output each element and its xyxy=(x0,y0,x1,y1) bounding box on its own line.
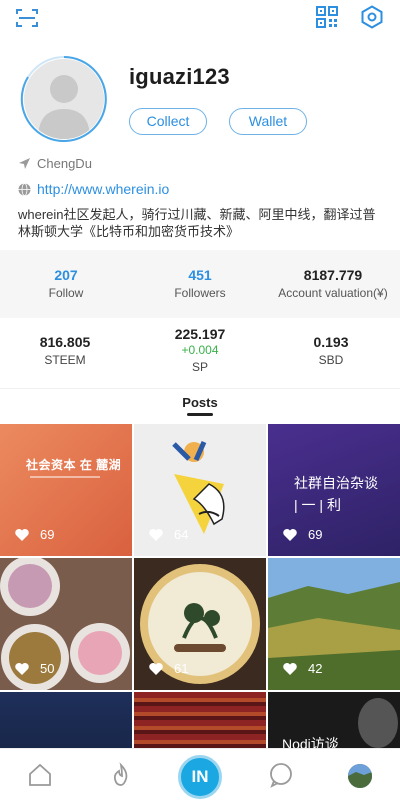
username: iguazi123 xyxy=(129,64,230,89)
like-row: 61 xyxy=(148,661,188,676)
chat-icon[interactable] xyxy=(268,762,294,788)
globe-icon xyxy=(18,182,31,196)
heart-icon[interactable] xyxy=(14,528,30,542)
website-row[interactable]: http://www.wherein.io xyxy=(18,180,169,198)
collect-button[interactable]: Collect xyxy=(129,108,207,135)
tab-posts[interactable]: Posts xyxy=(0,388,400,424)
sbd-stat: 0.193 SBD xyxy=(296,334,366,367)
default-user-icon xyxy=(24,59,104,139)
account-valuation-label: Account valuation(¥) xyxy=(278,286,388,300)
like-row: 64 xyxy=(148,527,188,542)
sp-stat: 225.197 +0.004 SP xyxy=(164,326,236,374)
account-valuation-stat: 8187.779 Account valuation(¥) xyxy=(274,267,392,300)
post-tile[interactable] xyxy=(0,692,132,748)
post-tile[interactable]: 社会资本 在 麓湖 69 xyxy=(0,424,132,556)
post-tile[interactable]: 61 xyxy=(134,558,266,690)
profile-avatar[interactable] xyxy=(20,55,108,143)
followers-label: Followers xyxy=(174,286,226,300)
avatar xyxy=(24,59,104,139)
heart-icon[interactable] xyxy=(282,662,298,676)
post-tile[interactable]: 社群自治杂谈 | 一 | 利 69 xyxy=(268,424,400,556)
tab-posts-label: Posts xyxy=(182,395,218,410)
post-tile[interactable]: 64 xyxy=(134,424,266,556)
sp-value: 225.197 xyxy=(174,326,226,342)
heart-icon[interactable] xyxy=(14,662,30,676)
like-row: 69 xyxy=(14,527,54,542)
profile-bio: wherein社区发起人，骑行过川藏、新藏、阿里中线，翻译过普林斯顿大学《比特币… xyxy=(18,207,376,239)
avatar[interactable] xyxy=(348,764,372,788)
post-title: 社群自治杂谈 | 一 | 利 xyxy=(294,475,378,513)
scan-icon[interactable] xyxy=(15,8,39,28)
wallet-button[interactable]: Wallet xyxy=(229,108,307,135)
heart-icon[interactable] xyxy=(282,528,298,542)
sbd-value: 0.193 xyxy=(313,334,349,350)
follow-stat[interactable]: 207 Follow xyxy=(30,267,102,300)
sbd-label: SBD xyxy=(318,353,344,367)
follow-label: Follow xyxy=(48,286,84,300)
steem-label: STEEM xyxy=(44,353,86,367)
profile-nav-avatar xyxy=(348,764,372,788)
fire-icon[interactable] xyxy=(108,762,134,788)
home-icon[interactable] xyxy=(27,762,53,788)
posts-grid: 社会资本 在 麓湖 69 64 社群自治杂谈 | 一 | 利 69 50 61 … xyxy=(0,424,400,748)
like-row: 42 xyxy=(282,661,322,676)
post-title: 社会资本 在 麓湖 xyxy=(26,458,122,472)
like-count: 64 xyxy=(174,527,189,542)
like-count: 61 xyxy=(174,661,189,676)
website-link[interactable]: http://www.wherein.io xyxy=(37,181,169,197)
like-row: 50 xyxy=(14,661,54,676)
like-row: 69 xyxy=(282,527,322,542)
location-text: ChengDu xyxy=(37,155,92,171)
tab-underline xyxy=(187,413,213,416)
post-tile[interactable]: Nodi访谈 xyxy=(268,692,400,748)
post-title: Nodi访谈 xyxy=(282,736,339,748)
steem-value: 816.805 xyxy=(39,334,91,350)
heart-icon[interactable] xyxy=(148,662,164,676)
heart-icon[interactable] xyxy=(148,528,164,542)
in-icon[interactable]: IN xyxy=(178,755,222,799)
top-bar xyxy=(0,0,400,36)
post-tile[interactable]: 50 xyxy=(0,558,132,690)
stats-band: 207 Follow 451 Followers 8187.779 Accoun… xyxy=(0,250,400,318)
steem-stat: 816.805 STEEM xyxy=(30,334,100,367)
followers-stat[interactable]: 451 Followers xyxy=(164,267,236,300)
wallet-summary: 816.805 STEEM 225.197 +0.004 SP 0.193 SB… xyxy=(0,318,400,388)
bottom-navigation: IN xyxy=(0,748,400,800)
like-count: 69 xyxy=(40,527,55,542)
settings-hexagon-icon[interactable] xyxy=(360,5,384,29)
like-count: 42 xyxy=(308,661,323,676)
post-tile[interactable]: 42 xyxy=(268,558,400,690)
like-count: 50 xyxy=(40,661,55,676)
qr-code-icon[interactable] xyxy=(316,6,338,28)
sp-label: SP xyxy=(191,360,208,374)
account-valuation-value: 8187.779 xyxy=(303,267,363,283)
follow-count: 207 xyxy=(54,267,78,283)
post-tile[interactable] xyxy=(134,692,266,748)
like-count: 69 xyxy=(308,527,323,542)
location-row: ChengDu xyxy=(18,155,92,171)
sp-delta: +0.004 xyxy=(181,343,219,357)
location-arrow-icon xyxy=(19,157,30,169)
followers-count: 451 xyxy=(188,267,212,283)
